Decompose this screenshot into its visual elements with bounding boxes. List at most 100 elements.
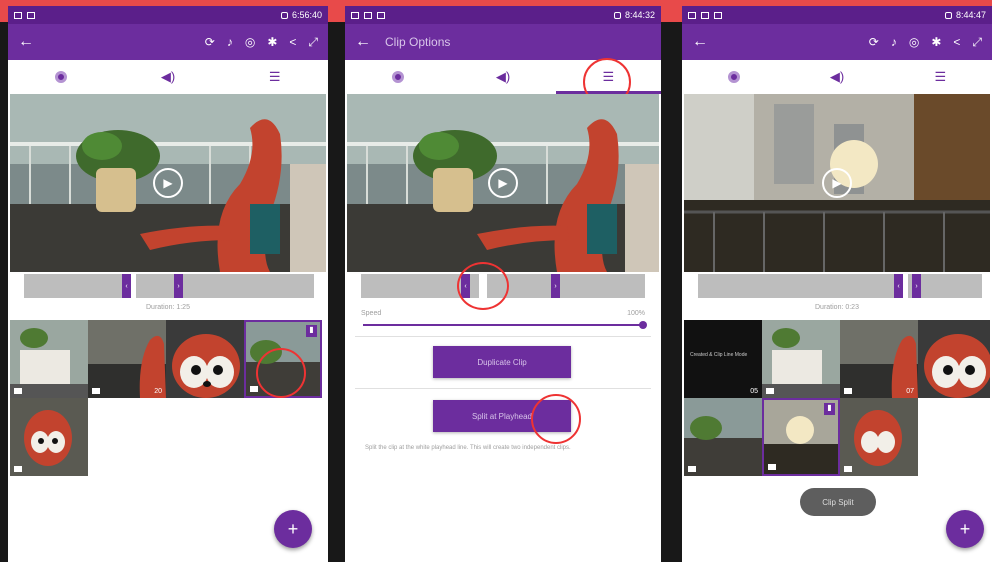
video-camera-icon <box>766 388 774 394</box>
video-preview[interactable]: ▶ <box>10 94 326 272</box>
clip-thumbnail[interactable] <box>10 320 88 398</box>
speed-value: 100% <box>627 310 645 317</box>
notification-icon <box>14 11 22 19</box>
back-arrow-icon[interactable]: ← <box>692 33 716 51</box>
settings-icon <box>391 71 404 83</box>
sliders-icon: ☰ <box>934 69 947 84</box>
tab-settings[interactable] <box>8 60 115 94</box>
video-camera-icon <box>768 464 776 470</box>
share-icon[interactable]: < <box>289 35 296 50</box>
delete-clip-icon[interactable]: ▮ <box>824 403 835 415</box>
divider <box>355 336 651 337</box>
battery-icon <box>944 11 952 19</box>
add-clip-button[interactable]: + <box>274 510 312 548</box>
video-camera-icon <box>844 466 852 472</box>
tab-audio[interactable]: ◀) <box>115 60 222 94</box>
music-icon[interactable]: ♪ <box>891 35 897 50</box>
clip-thumbnail[interactable] <box>684 398 762 476</box>
settings-icon <box>55 71 68 83</box>
toolbar-actions: ⟳ ♪ ◎ ✱ < ⤢ <box>869 35 982 50</box>
layers-icon[interactable]: ◎ <box>909 35 919 50</box>
tab-audio[interactable]: ◀) <box>450 60 555 94</box>
video-camera-icon <box>688 466 696 472</box>
clip-duration: 05 <box>750 388 758 395</box>
volume-icon: ◀) <box>829 69 845 84</box>
trim-handle-right[interactable]: › <box>174 274 183 298</box>
music-icon[interactable]: ♪ <box>227 35 233 50</box>
layers-icon[interactable]: ◎ <box>245 35 255 50</box>
clip-timeline[interactable]: ‹ › <box>698 274 982 298</box>
clip-thumbnail[interactable]: Created & Clip Line Mode 05 <box>684 320 762 398</box>
back-arrow-icon[interactable]: ← <box>18 33 42 51</box>
tab-settings[interactable] <box>682 60 785 94</box>
split-description: Split the clip at the white playhead lin… <box>365 445 571 451</box>
settings-icon <box>727 71 740 83</box>
notification-icon <box>364 11 372 19</box>
phone-screen-1: 6:56:40 ← ⟳ ♪ ◎ ✱ < ⤢ ◀) ☰ ▶ ‹ › Duratio… <box>8 6 328 562</box>
clip-thumbnail[interactable] <box>10 398 88 476</box>
share-icon[interactable]: < <box>953 35 960 50</box>
battery-icon <box>613 11 621 19</box>
duplicate-clip-button[interactable]: Duplicate Clip <box>433 346 571 378</box>
toast-message: Clip Split <box>800 488 876 516</box>
clip-thumbnail-selected[interactable]: ▮ <box>762 398 840 476</box>
play-button[interactable]: ▶ <box>153 168 183 198</box>
video-camera-icon <box>844 388 852 394</box>
fullscreen-icon[interactable]: ⤢ <box>972 35 982 50</box>
delete-clip-icon[interactable]: ▮ <box>306 325 317 337</box>
clip-thumbnail[interactable]: 07 <box>840 320 918 398</box>
play-button[interactable]: ▶ <box>822 168 852 198</box>
play-button[interactable]: ▶ <box>488 168 518 198</box>
tap-highlight-circle <box>457 262 509 310</box>
app-bar: ← ⟳ ♪ ◎ ✱ < ⤢ <box>8 24 328 60</box>
clip-duration: 20 <box>154 388 162 395</box>
divider <box>355 388 651 389</box>
trim-handle-right[interactable]: › <box>551 274 560 298</box>
tab-audio[interactable]: ◀) <box>785 60 888 94</box>
tab-clip-options[interactable]: ☰ <box>221 60 328 94</box>
tab-bar: ◀) ☰ <box>682 60 992 94</box>
page-title: Clip Options <box>385 35 451 49</box>
gear-icon[interactable]: ✱ <box>267 35 277 50</box>
clip-thumbnail[interactable] <box>918 320 990 398</box>
tab-bar: ◀) ☰ <box>8 60 328 94</box>
status-bar: 8:44:32 <box>345 6 661 24</box>
clip-thumbnail[interactable]: 20 <box>88 320 166 398</box>
clip-thumbnail[interactable] <box>840 398 918 476</box>
trim-handle-left[interactable]: ‹ <box>894 274 903 298</box>
tap-highlight-circle <box>256 348 306 398</box>
tab-clip-options[interactable]: ☰ <box>889 60 992 94</box>
sync-icon[interactable]: ⟳ <box>869 35 879 50</box>
trim-handle-left[interactable]: ‹ <box>122 274 131 298</box>
notification-icon <box>688 11 696 19</box>
clip-thumbnail[interactable] <box>166 320 244 398</box>
video-preview[interactable]: ▶ <box>684 94 990 272</box>
duration-label: Duration: 1:25 <box>146 304 190 311</box>
video-camera-icon <box>92 388 100 394</box>
notification-icon <box>351 11 359 19</box>
sync-icon[interactable]: ⟳ <box>205 35 215 50</box>
fullscreen-icon[interactable]: ⤢ <box>308 35 318 50</box>
video-camera-icon <box>14 388 22 394</box>
sliders-icon: ☰ <box>268 69 281 84</box>
back-arrow-icon[interactable]: ← <box>355 33 379 51</box>
trim-handle-right[interactable]: › <box>912 274 921 298</box>
speed-slider[interactable] <box>363 321 647 329</box>
gear-icon[interactable]: ✱ <box>931 35 941 50</box>
tap-highlight-circle <box>531 394 581 444</box>
tab-settings[interactable] <box>345 60 450 94</box>
phone-screen-2: 8:44:32 ← Clip Options ◀) ☰ ▶ ‹ › Speed … <box>345 6 661 562</box>
clip-timeline[interactable]: ‹ › <box>24 274 314 298</box>
volume-icon: ◀) <box>495 69 511 84</box>
status-bar: 6:56:40 <box>8 6 328 24</box>
volume-icon: ◀) <box>160 69 176 84</box>
speed-label: Speed <box>361 310 382 317</box>
video-preview[interactable]: ▶ <box>347 94 659 272</box>
add-clip-button[interactable]: + <box>946 510 984 548</box>
video-camera-icon <box>14 466 22 472</box>
title-card-text: Created & Clip Line Mode <box>690 352 748 358</box>
status-time: 6:56:40 <box>291 10 322 20</box>
status-time: 8:44:47 <box>955 10 986 20</box>
clip-thumbnail[interactable] <box>762 320 840 398</box>
slider-knob[interactable] <box>639 321 647 329</box>
